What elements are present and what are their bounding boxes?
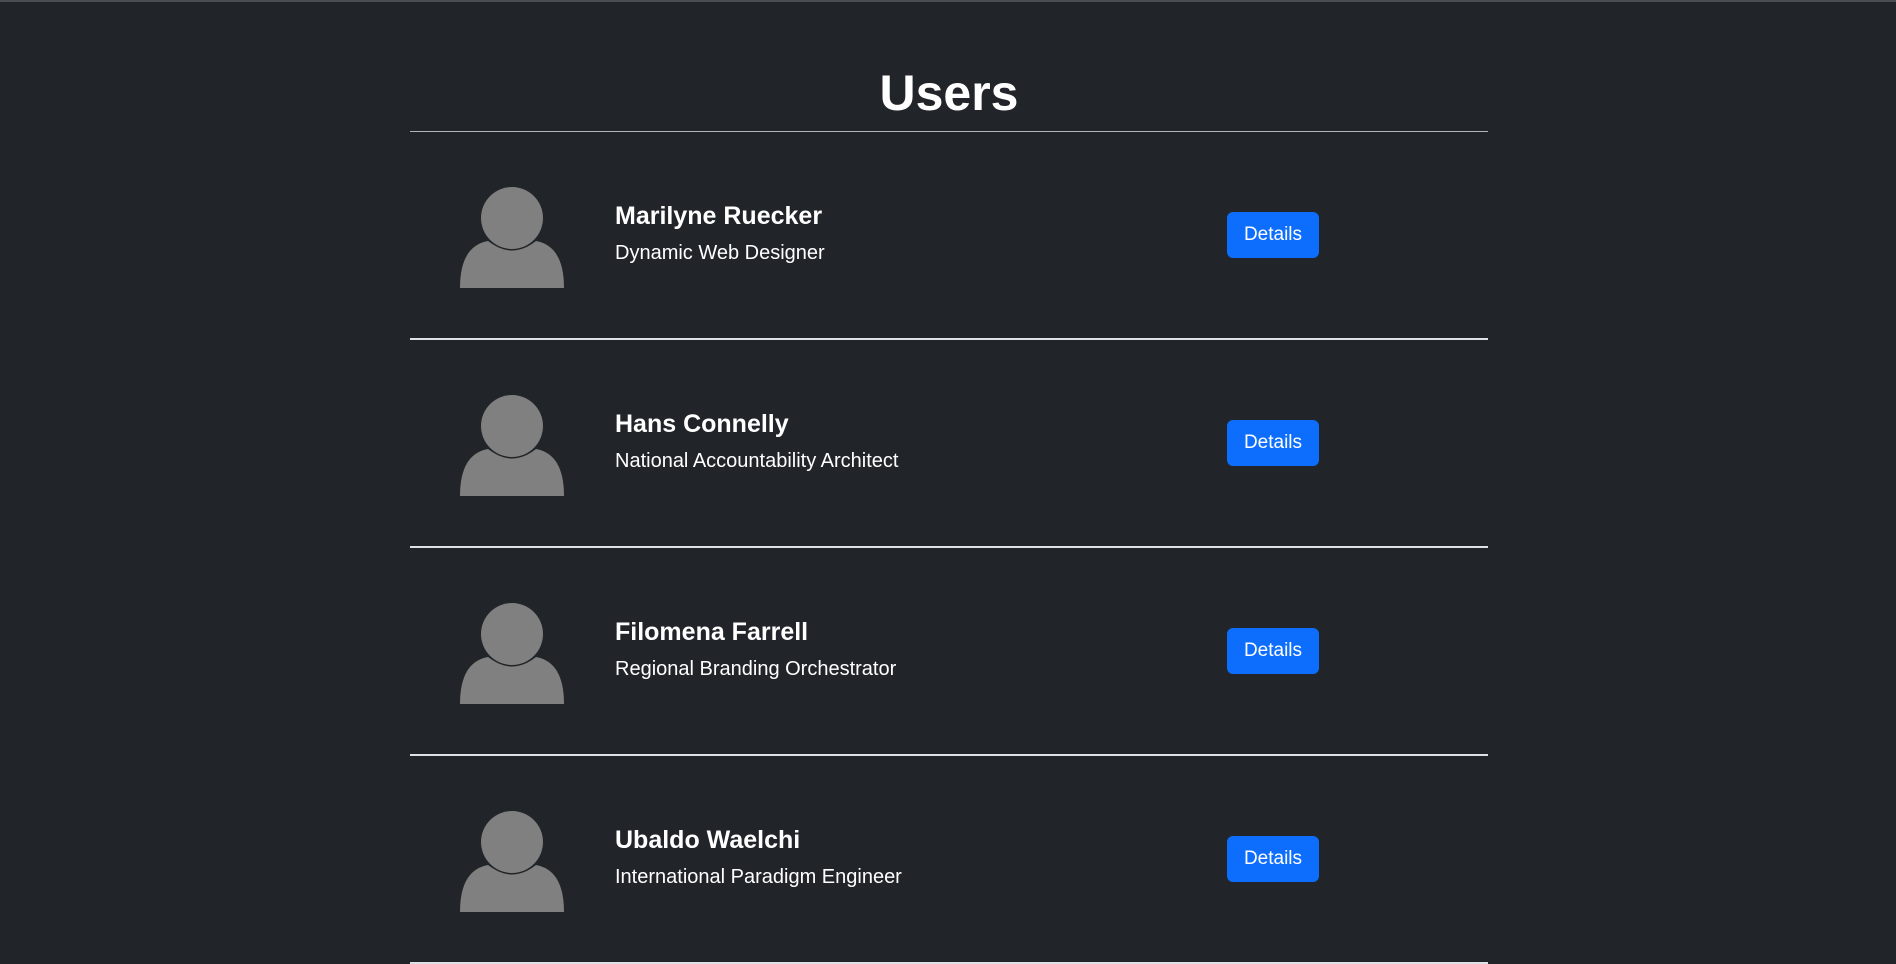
- user-info: Ubaldo Waelchi International Paradigm En…: [615, 824, 902, 890]
- user-job-title: Regional Branding Orchestrator: [615, 658, 897, 680]
- user-name: Marilyne Ruecker: [615, 202, 823, 230]
- user-name: Ubaldo Waelchi: [615, 826, 801, 854]
- user-job-title: International Paradigm Engineer: [615, 866, 902, 888]
- details-button[interactable]: Details: [1227, 212, 1319, 258]
- user-list-item: Marilyne Ruecker Dynamic Web Designer De…: [410, 132, 1488, 340]
- user-name: Filomena Farrell: [615, 618, 809, 646]
- user-info: Marilyne Ruecker Dynamic Web Designer: [615, 200, 825, 266]
- details-button[interactable]: Details: [1227, 628, 1319, 674]
- user-job-title: Dynamic Web Designer: [615, 242, 825, 264]
- user-placeholder-icon: [460, 184, 564, 288]
- user-info: Filomena Farrell Regional Branding Orche…: [615, 616, 896, 682]
- user-name: Hans Connelly: [615, 410, 789, 438]
- user-list-item: Ubaldo Waelchi International Paradigm En…: [410, 756, 1488, 964]
- user-info: Hans Connelly National Accountability Ar…: [615, 408, 899, 474]
- user-job-title: National Accountability Architect: [615, 450, 899, 472]
- users-container: Users Marilyne Ruecker Dynamic Web Desig…: [410, 0, 1488, 964]
- user-placeholder-icon: [460, 392, 564, 496]
- user-placeholder-icon: [460, 808, 564, 912]
- user-list-item: Hans Connelly National Accountability Ar…: [410, 340, 1488, 548]
- user-list-item: Filomena Farrell Regional Branding Orche…: [410, 548, 1488, 756]
- user-list: Marilyne Ruecker Dynamic Web Designer De…: [410, 132, 1488, 964]
- details-button[interactable]: Details: [1227, 836, 1319, 882]
- user-placeholder-icon: [460, 600, 564, 704]
- details-button[interactable]: Details: [1227, 420, 1319, 466]
- page-title: Users: [410, 0, 1488, 132]
